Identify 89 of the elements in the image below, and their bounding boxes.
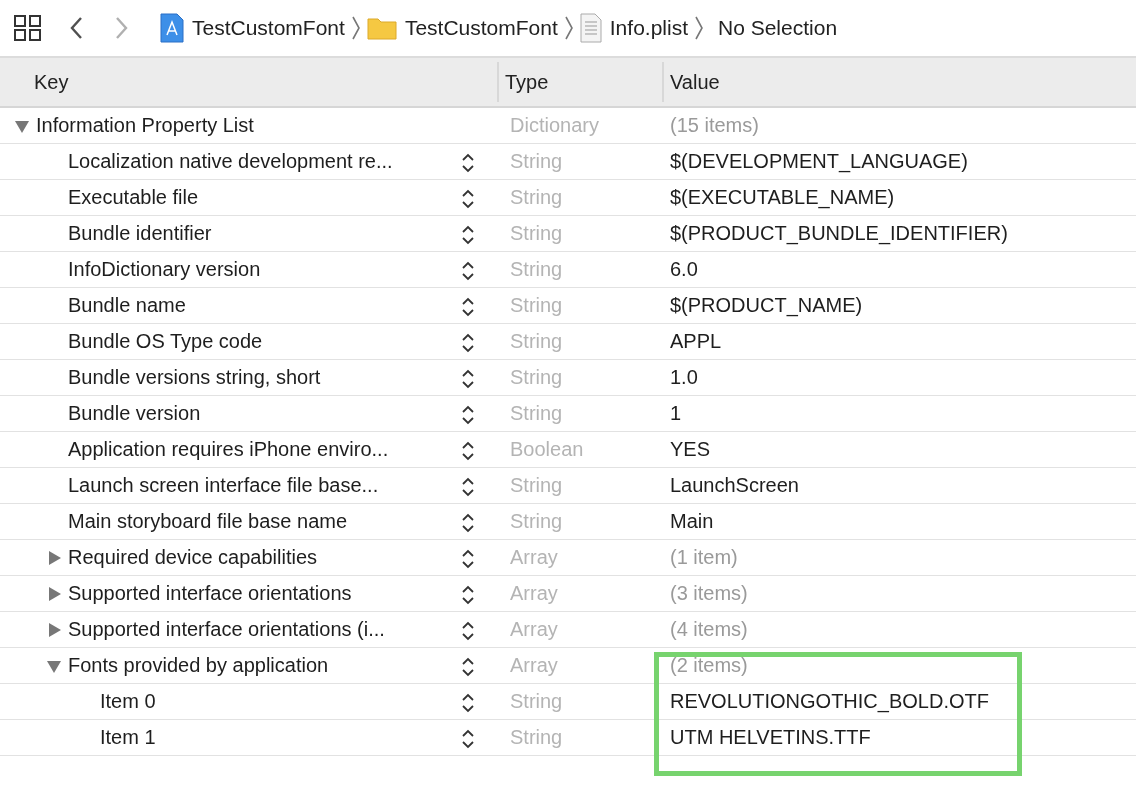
type-text: String [509, 402, 563, 424]
type-text: String [509, 294, 563, 316]
breadcrumb-item[interactable]: TestCustomFont [192, 16, 345, 40]
value-text: LaunchScreen [669, 474, 799, 496]
column-header[interactable]: Type [505, 70, 549, 94]
disclosure-triangle-icon[interactable] [46, 585, 62, 602]
value-text: YES [669, 438, 711, 460]
stepper-icon[interactable] [461, 656, 475, 678]
stepper-icon[interactable] [461, 728, 475, 750]
stepper-icon[interactable] [461, 404, 475, 426]
type-text: String [509, 258, 563, 280]
type-text: Array [509, 618, 558, 640]
value-text: UTM HELVETINS.TTF [669, 726, 871, 748]
column-header[interactable]: Key [34, 70, 69, 94]
value-text: $(PRODUCT_BUNDLE_IDENTIFIER) [669, 222, 1008, 244]
value-text: REVOLUTIONGOTHIC_BOLD.OTF [669, 690, 989, 712]
stepper-icon[interactable] [461, 512, 475, 534]
value-text: APPL [669, 330, 722, 352]
value-text: $(PRODUCT_NAME) [669, 294, 863, 316]
type-text: Boolean [509, 438, 584, 460]
blueprint-file-icon [160, 13, 184, 43]
type-text: String [509, 222, 563, 244]
type-text: String [509, 150, 563, 172]
value-text: $(EXECUTABLE_NAME) [669, 186, 895, 208]
type-text: String [509, 186, 563, 208]
type-text: Dictionary [509, 114, 599, 136]
type-text: String [509, 330, 563, 352]
type-text: Array [509, 582, 558, 604]
stepper-icon[interactable] [461, 692, 475, 714]
key-text: Executable file [68, 186, 199, 209]
key-text: Application requires iPhone enviro... [68, 438, 389, 461]
key-text: Supported interface orientations [68, 582, 352, 605]
chevron-icon [694, 15, 704, 41]
value-text: 6.0 [669, 258, 698, 280]
value-text: (4 items) [669, 618, 748, 640]
document-icon [579, 13, 602, 43]
key-text: Bundle version [68, 402, 201, 425]
value-text: (1 item) [669, 546, 738, 568]
type-text: String [509, 726, 563, 748]
breadcrumb-item[interactable]: TestCustomFont [404, 16, 558, 40]
key-text: Bundle name [68, 294, 186, 317]
key-text: Fonts provided by application [68, 654, 329, 677]
back-icon[interactable] [69, 16, 83, 40]
type-text: String [509, 474, 563, 496]
value-text: Main [669, 510, 714, 532]
stepper-icon[interactable] [461, 152, 475, 174]
value-text: $(DEVELOPMENT_LANGUAGE) [669, 150, 968, 172]
breadcrumb-item[interactable]: No Selection [718, 16, 838, 40]
key-text: Supported interface orientations (i... [68, 618, 385, 641]
key-text: Item 0 [100, 690, 156, 713]
grid-icon[interactable] [14, 15, 42, 41]
type-text: String [509, 510, 563, 532]
value-text: 1.0 [669, 366, 698, 388]
stepper-icon[interactable] [461, 332, 475, 354]
value-text: 1 [669, 402, 682, 424]
key-text: Item 1 [100, 726, 156, 749]
type-text: Array [509, 546, 558, 568]
column-header[interactable]: Value [670, 70, 720, 94]
chevron-icon [563, 15, 574, 41]
folder-icon [366, 16, 397, 40]
stepper-icon[interactable] [461, 620, 475, 642]
stepper-icon[interactable] [461, 476, 475, 498]
key-text: Bundle OS Type code [68, 330, 263, 353]
value-text: (2 items) [669, 654, 748, 676]
stepper-icon[interactable] [461, 260, 475, 282]
stepper-icon[interactable] [461, 188, 475, 210]
key-text: InfoDictionary version [68, 258, 261, 281]
value-text: (3 items) [669, 582, 748, 604]
type-text: Array [509, 654, 558, 676]
key-text: Launch screen interface file base... [68, 474, 379, 497]
type-text: String [509, 690, 563, 712]
disclosure-triangle-icon[interactable] [46, 549, 62, 566]
stepper-icon[interactable] [461, 440, 475, 462]
disclosure-triangle-icon[interactable] [46, 621, 62, 638]
key-text: Information Property List [36, 114, 254, 137]
stepper-icon[interactable] [461, 548, 475, 570]
stepper-icon[interactable] [461, 368, 475, 390]
chevron-icon [350, 15, 361, 41]
key-text: Bundle versions string, short [68, 366, 321, 389]
key-text: Localization native development re... [68, 150, 393, 173]
stepper-icon[interactable] [461, 224, 475, 246]
stepper-icon[interactable] [461, 296, 475, 318]
value-text: (15 items) [669, 114, 759, 136]
key-text: Main storyboard file base name [68, 510, 348, 533]
breadcrumb-item[interactable]: Info.plist [609, 16, 688, 40]
key-text: Bundle identifier [68, 222, 212, 245]
key-text: Required device capabilities [68, 546, 318, 569]
type-text: String [509, 366, 563, 388]
stepper-icon[interactable] [461, 584, 475, 606]
